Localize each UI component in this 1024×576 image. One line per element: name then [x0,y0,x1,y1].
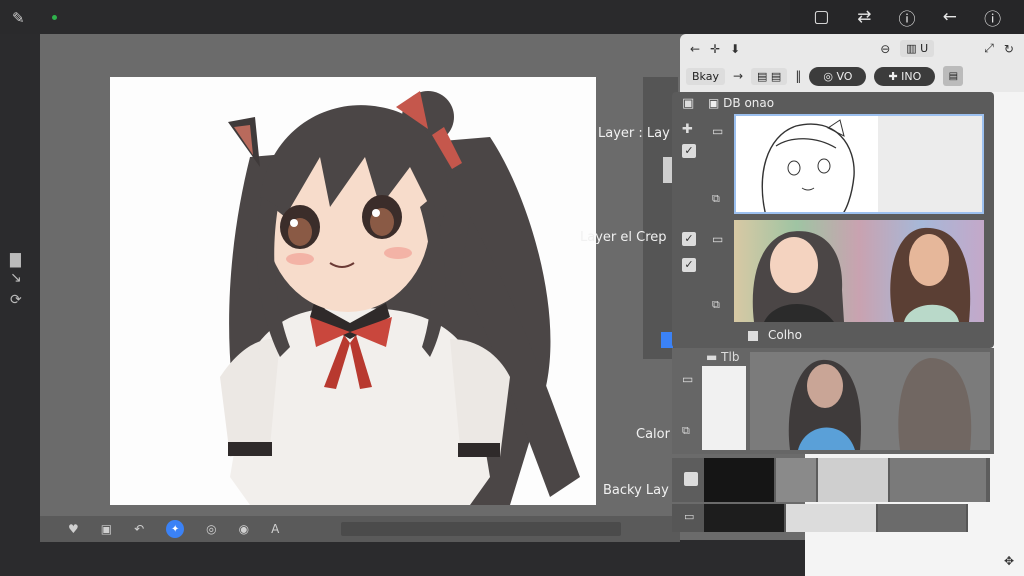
drawing-canvas[interactable] [110,77,596,505]
background-thumb-3 [878,504,966,532]
alert-icon[interactable]: ⓘ [981,5,1005,30]
move-plus-icon[interactable]: ✛ [710,42,720,56]
move-icon[interactable]: ↘ [10,270,22,286]
undo-icon[interactable]: ↶ [134,522,144,536]
layer-subgroup[interactable]: Colho [748,328,978,348]
blend-pill[interactable]: ✚ INO [874,66,936,86]
blend-pill-label: INO [901,69,922,83]
gallery-icon[interactable]: ▣ [682,96,694,111]
layer-thumbnail-color[interactable] [734,220,984,322]
layer-row-texture[interactable]: ✓ [672,458,990,502]
group-preview [788,358,972,450]
layers-panel-header: ▣ DB onao [708,96,775,110]
brush-name-chip[interactable]: Bkay [686,67,725,85]
subgroup-box-icon [748,330,758,341]
circle-tool-icon[interactable]: ◎ [206,522,216,536]
character-illustration [220,91,580,505]
expand-icon[interactable]: ⤢ [984,41,994,56]
layer-label-1: Layer : Lay [598,126,670,141]
group-type-icon[interactable]: ▭ [682,372,693,386]
layer-label-2: Layer el Crep [580,230,667,245]
layer-type-icon-1[interactable]: ▭ [712,124,723,138]
texture-thumb-3 [818,458,888,502]
info-icon[interactable]: ⓘ [895,5,919,30]
color-label: Calor [636,427,670,442]
layer-group[interactable]: ▬ Tlb ▭ ⧉ [672,348,994,454]
text-tool-icon[interactable]: A [271,522,279,536]
group-thumbnail-color [750,352,990,450]
eyedropper-icon[interactable]: ◉ [239,522,249,536]
mode-chip-label: U [920,42,929,55]
opacity-pill[interactable]: ◎ VO [809,66,867,86]
bottom-strip [0,542,805,576]
right-top-toolbar: ▢ ⇄ ⓘ ← ⓘ [790,0,1024,34]
left-tool-strip: ▇ ↘ ⟳ [0,34,40,576]
group-link-icon[interactable]: ⧉ [682,424,690,438]
background-thumb-1 [704,504,784,532]
heart-icon[interactable]: ♥ [68,522,79,536]
opacity-pill-label: VO [836,69,853,83]
tool-options-panel: ← ✛ ⬇ ⊖ ▥ U ⤢ ↻ Bkay → ▤ ▤ ‖ ◎ VO ✚ INO … [680,34,1024,92]
app-logo-icon: ✎ [12,9,25,27]
layer-group-title: Tlb [721,350,740,364]
pause-icon[interactable]: ‖ [795,69,801,83]
layer-thumbnail-blank [878,116,982,212]
bottom-toolbar: ♥ ▣ ↶ ✦ ◎ ◉ A [40,516,680,542]
resize-handle-icon[interactable]: ✥ [1004,554,1014,568]
top-bar: ✎ [0,0,790,34]
texture-thumb-4 [890,458,986,502]
layer-group-header: ▬ Tlb [706,350,740,364]
layer-link-icon-2[interactable]: ⧉ [712,298,720,312]
mode-chip[interactable]: ▥ U [900,40,935,57]
preset-chip[interactable]: ▤ ▤ [751,67,788,85]
visibility-checkbox-4[interactable]: ✓ [684,472,698,486]
texture-thumb-1 [704,458,774,502]
background-thumb-2 [786,504,876,532]
subgroup-title: Colho [768,328,803,342]
status-dot [52,15,57,20]
arrow-left-icon[interactable]: ← [690,42,700,56]
redo-icon[interactable]: ↻ [1004,42,1014,56]
transform-icon[interactable]: ⟳ [10,292,22,308]
pin-icon[interactable]: ⬇ [730,42,740,56]
backy-layer-label: Backy Lay [603,483,669,498]
tool-options-row-1: ← ✛ ⬇ ⊖ ▥ U ⤢ ↻ [690,40,1014,57]
brush-size-slider[interactable] [341,522,622,536]
folder-icon[interactable]: ▢ [809,7,833,27]
arrow-right-icon[interactable]: → [733,69,743,83]
layer-link-icon-1[interactable]: ⧉ [712,192,720,206]
visibility-checkbox-3[interactable]: ✓ [682,258,696,272]
add-layer-icon[interactable]: ✚ [682,122,693,137]
swap-icon[interactable]: ⇄ [852,7,876,27]
layers-icon[interactable]: ▇ [10,252,21,268]
layer-row-background[interactable]: ▭ [672,504,968,532]
layer-type-icon-2[interactable]: ▭ [712,232,723,246]
background-layer-icon[interactable]: ▭ [684,510,694,523]
tool-options-row-2: Bkay → ▤ ▤ ‖ ◎ VO ✚ INO ▤ [686,66,964,86]
group-thumbnail-lineart [702,366,746,450]
settings-square-icon[interactable]: ▤ [943,66,964,86]
layers-panel: ▣ ✚ ✓ ✓ ✓ ▣ DB onao ▭ ⧉ ▭ ⧉ Colho ▬ Tlb … [672,92,996,532]
layer-thumbnail-lineart[interactable] [734,114,984,214]
brush-tool-icon[interactable]: ✦ [166,520,185,538]
texture-thumb-2 [776,458,816,502]
visibility-checkbox-1[interactable]: ✓ [682,144,696,158]
layers-panel-header-label: DB onao [723,96,775,110]
color-preview [752,227,971,322]
zoom-out-icon[interactable]: ⊖ [880,42,890,56]
visibility-checkbox-2[interactable]: ✓ [682,232,696,246]
back-arrow-icon[interactable]: ← [938,7,962,27]
image-icon[interactable]: ▣ [101,522,112,536]
